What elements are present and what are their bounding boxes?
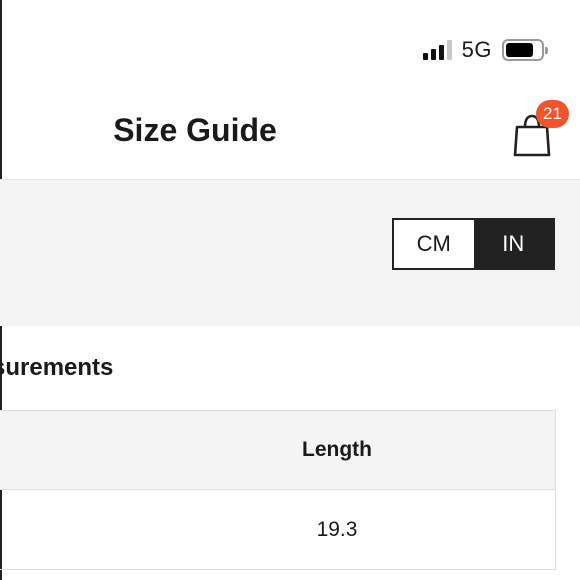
page-title: Size Guide (113, 112, 277, 148)
size-table: Length 19.3 (0, 410, 556, 570)
table-cell-length: 19.3 (316, 517, 358, 541)
measurements-heading: surements (0, 354, 114, 381)
unit-option-cm[interactable]: CM (394, 220, 474, 268)
unit-toggle[interactable]: CM IN (392, 218, 555, 270)
cart-button[interactable]: 21 (512, 100, 572, 160)
table-header-length: Length (302, 438, 372, 461)
network-type-label: 5G (461, 37, 492, 62)
table-header-row: Length (0, 411, 555, 490)
status-bar: 5G (422, 30, 548, 70)
signal-strength-icon (422, 40, 452, 60)
table-cell (0, 490, 119, 569)
table-row: 19.3 (0, 490, 555, 569)
cart-count-badge: 21 (536, 100, 569, 128)
battery-icon (502, 39, 548, 61)
unit-toggle-section: CM IN (0, 180, 580, 326)
unit-option-in[interactable]: IN (473, 220, 553, 268)
table-header-cell (0, 411, 119, 489)
battery-level (506, 43, 534, 57)
